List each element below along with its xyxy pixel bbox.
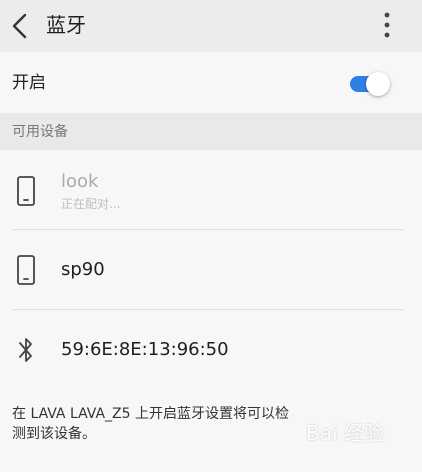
chevron-left-icon[interactable] bbox=[9, 11, 31, 41]
phone-icon bbox=[17, 176, 35, 206]
device-name: sp90 bbox=[61, 259, 105, 280]
switch-thumb bbox=[366, 72, 390, 96]
device-row-mac[interactable]: 59:6E:8E:13:96:50 bbox=[0, 310, 422, 390]
app-bar: 蓝牙 bbox=[0, 0, 422, 52]
more-vertical-icon[interactable] bbox=[380, 10, 394, 40]
phone-icon bbox=[17, 255, 35, 285]
device-name: 59:6E:8E:13:96:50 bbox=[61, 339, 229, 360]
device-row-sp90[interactable]: sp90 bbox=[0, 230, 422, 310]
toggle-label: 开启 bbox=[12, 73, 46, 93]
bluetooth-toggle-row[interactable]: 开启 bbox=[0, 52, 422, 113]
device-row-look[interactable]: look 正在配对... bbox=[0, 150, 422, 230]
visibility-hint: 在 LAVA LAVA_Z5 上开启蓝牙设置将可以检测到该设备。 bbox=[12, 406, 289, 442]
device-name: look bbox=[61, 171, 99, 192]
watermark: Bai 经验 bbox=[306, 421, 384, 445]
section-label: 可用设备 bbox=[12, 124, 68, 140]
bluetooth-switch[interactable] bbox=[348, 69, 392, 99]
device-status: 正在配对... bbox=[61, 197, 121, 211]
section-header: 可用设备 bbox=[0, 113, 422, 150]
page-title: 蓝牙 bbox=[46, 13, 86, 37]
bluetooth-icon bbox=[19, 338, 32, 362]
